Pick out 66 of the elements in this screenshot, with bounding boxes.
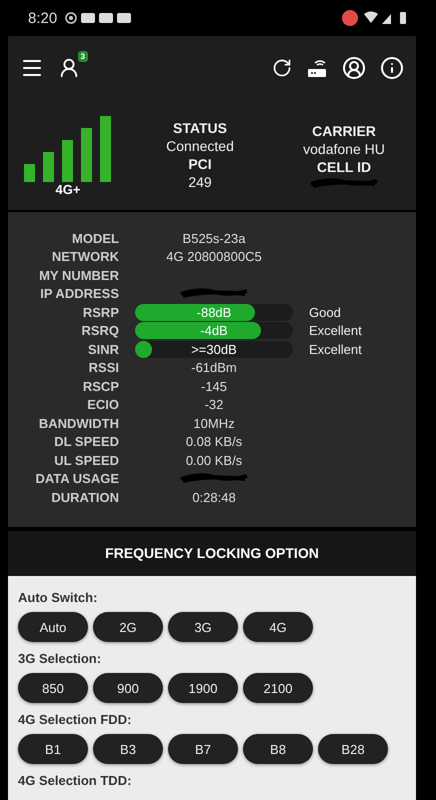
meter-value: -4dB — [200, 323, 228, 338]
detail-label: ECIO — [86, 397, 119, 412]
detail-value: 0:28:48 — [191, 490, 237, 505]
detail-label: RSCP — [82, 378, 119, 394]
band-option-button[interactable]: B7 — [168, 734, 238, 764]
detail-value: -32 — [204, 397, 224, 412]
group-label: 3G Selection: — [18, 651, 102, 666]
band-option-button[interactable]: 1900 — [168, 673, 238, 703]
band-option-button[interactable]: 3G — [168, 612, 238, 642]
detail-value: 0.00 KB/s — [184, 452, 244, 468]
detail-label: IP ADDRESS — [39, 286, 119, 302]
detail-value: 10MHz — [192, 416, 236, 431]
redaction-mark — [309, 176, 379, 188]
detail-label: SINR — [86, 342, 119, 357]
detail-label: MY NUMBER — [38, 268, 119, 283]
status-label: STATUS — [173, 118, 227, 137]
group-label: Auto Switch: — [18, 590, 98, 605]
group-label: 4G Selection TDD: — [18, 773, 132, 788]
redaction-mark — [179, 286, 249, 298]
detail-label: DATA USAGE — [34, 471, 119, 486]
band-option-button[interactable]: B8 — [243, 734, 313, 764]
carrier-value: vodafone HU — [303, 140, 385, 158]
group-label: 4G Selection FDD: — [18, 712, 132, 727]
band-option-button[interactable]: 2100 — [243, 673, 313, 703]
detail-value: 0.08 KB/s — [184, 434, 244, 450]
detail-label: RSRQ — [80, 323, 119, 338]
user-icon[interactable] — [58, 56, 80, 79]
detail-label: BANDWIDTH — [38, 416, 119, 431]
pci-value: 249 — [188, 172, 212, 191]
band-option-button[interactable]: 900 — [93, 673, 163, 703]
band-option-button[interactable]: Auto — [18, 612, 88, 642]
detail-value: 4G 20800800C5 — [165, 249, 263, 264]
quality-rating: Excellent — [309, 323, 363, 338]
refresh-icon[interactable] — [272, 58, 292, 78]
cell-id-label: CELL ID — [316, 158, 372, 176]
band-option-button[interactable]: 4G — [243, 612, 313, 642]
quality-rating: Good — [309, 304, 342, 320]
detail-value: B525s-23a — [182, 230, 246, 246]
detail-label: RSRP — [82, 304, 119, 320]
meter-value: >=30dB — [191, 342, 237, 357]
account-icon[interactable] — [342, 56, 366, 80]
band-option-button[interactable]: B1 — [18, 734, 88, 764]
detail-label: DL SPEED — [53, 434, 119, 450]
band-option-button[interactable]: B3 — [93, 734, 163, 764]
detail-label: NETWORK — [50, 249, 119, 264]
band-option-button[interactable]: B28 — [318, 734, 388, 764]
pci-label: PCI — [188, 154, 212, 173]
detail-value: -61dBm — [190, 360, 238, 376]
section-title: FREQUENCY LOCKING OPTION — [105, 545, 319, 562]
band-option-button[interactable]: 2G — [93, 612, 163, 642]
detail-label: RSSI — [88, 360, 119, 376]
band-option-button[interactable]: 850 — [18, 673, 88, 703]
user-count-badge: 3 — [78, 50, 88, 62]
meter-value: -88dB — [196, 304, 232, 320]
detail-label: DURATION — [50, 490, 119, 505]
status-value: Connected — [166, 136, 234, 155]
detail-label: MODEL — [71, 230, 119, 246]
detail-label: UL SPEED — [53, 452, 119, 468]
carrier-label: CARRIER — [312, 122, 376, 140]
redaction-mark — [179, 471, 249, 484]
quality-rating: Excellent — [309, 342, 363, 357]
network-type: 4G+ — [56, 182, 80, 198]
system-icons-drawing — [342, 10, 408, 26]
detail-value: -145 — [200, 378, 228, 394]
info-icon[interactable] — [380, 56, 404, 80]
clock: 8:20 — [28, 10, 58, 26]
